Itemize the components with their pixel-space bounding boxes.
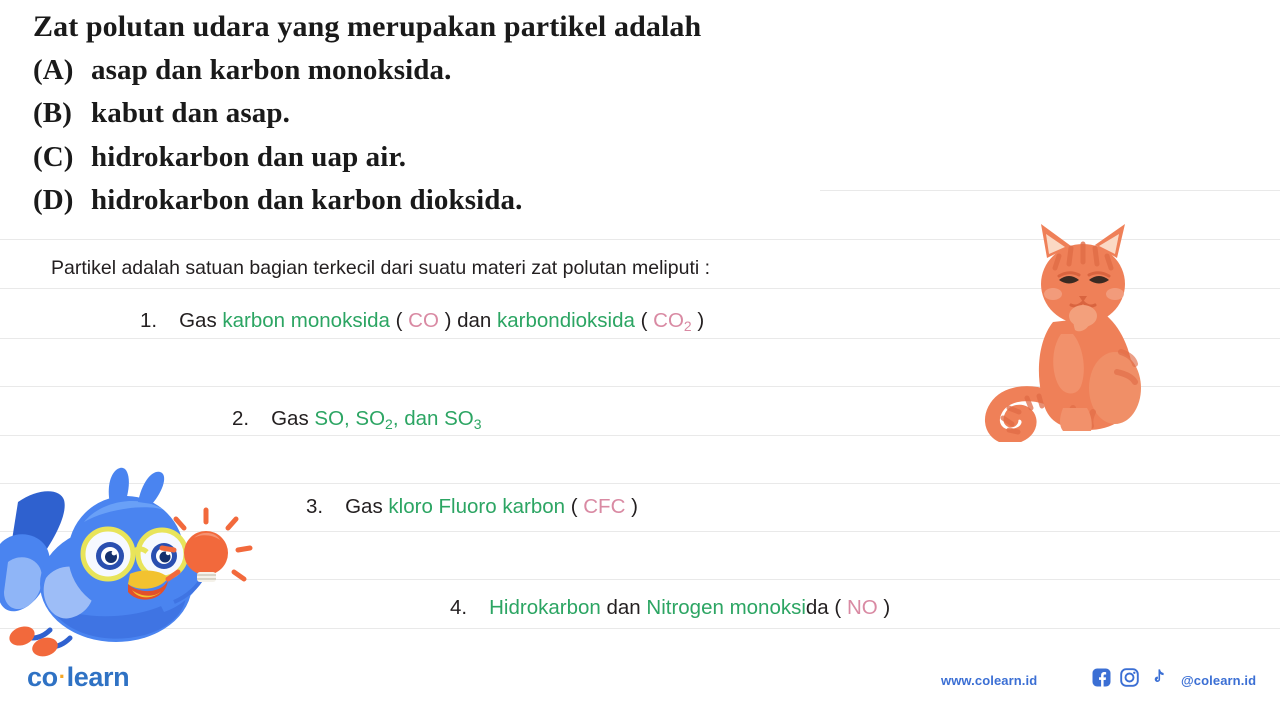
question-block: Zat polutan udara yang merupakan partike… <box>33 6 933 223</box>
answer-option-text: hidrokarbon dan karbon dioksida. <box>91 184 523 217</box>
explanation-intro: Partikel adalah satuan bagian terkecil d… <box>51 257 711 279</box>
explanation-text-run: karbon monoksida <box>222 309 390 332</box>
footer-website-url[interactable]: www.colearn.id <box>941 673 1037 688</box>
explanation-text-run: ( <box>565 495 584 518</box>
explanation-item-number: 1. <box>140 309 158 332</box>
logo-dot-icon: · <box>58 664 66 689</box>
answer-option-2[interactable]: (B) kabut dan asap. <box>33 92 933 136</box>
explanation-text-run: CO <box>653 309 684 332</box>
explanation-item-1: 1. Gas karbon monoksida ( CO ) dan karbon… <box>140 309 705 334</box>
explanation-text-run: Gas <box>179 309 223 332</box>
thinking-cat-illustration <box>975 212 1165 445</box>
explanation-text-run: Gas <box>345 495 389 518</box>
instagram-icon[interactable] <box>1120 668 1139 692</box>
explanation-text-run: kloro Fluoro karbon <box>388 495 566 518</box>
explanation-item-number: 3. <box>306 495 324 518</box>
answer-option-text: hidrokarbon dan uap air. <box>91 140 407 173</box>
explanation-text-run: , dan SO <box>392 407 474 430</box>
explanation-item-number: 2. <box>232 407 250 430</box>
explanation-text-run: ( <box>634 309 654 332</box>
footer-social-handle[interactable]: @colearn.id <box>1181 673 1256 688</box>
chemical-subscript: 3 <box>473 415 482 432</box>
answer-options-list: (A) asap dan karbon monoksida. (B) kabut da… <box>33 49 933 223</box>
colearn-logo: co·learn <box>27 662 130 693</box>
tiktok-icon[interactable] <box>1148 668 1167 692</box>
explanation-text-run: CO <box>408 309 439 332</box>
explanation-text-run: ) <box>691 309 705 332</box>
explanation-item-3: 3. Gas kloro Fluoro karbon ( CFC ) <box>306 495 638 518</box>
logo-text-co: co <box>27 662 58 692</box>
answer-option-4[interactable]: (D) hidrokarbon dan karbon dioksida. <box>33 179 933 223</box>
explanation-text-run: Nitrogen monoksi <box>646 596 806 619</box>
question-stem: Zat polutan udara yang merupakan partike… <box>33 10 702 43</box>
explanation-item-number: 4. <box>450 596 468 619</box>
footer-social-links: @colearn.id <box>1092 668 1256 692</box>
chemical-subscript: 2 <box>683 317 692 334</box>
explanation-text-run: SO, SO <box>314 407 386 430</box>
explanation-text-run: da ( <box>805 596 847 619</box>
answer-option-key: (D) <box>33 184 74 217</box>
chemical-subscript: 2 <box>385 415 393 432</box>
explanation-text-run: ( <box>389 309 409 332</box>
facebook-icon[interactable] <box>1092 668 1111 692</box>
explanation-text-run: NO <box>846 596 878 619</box>
answer-option-3[interactable]: (C) hidrokarbon dan uap air. <box>33 136 933 180</box>
explanation-text-run: CFC <box>583 495 626 518</box>
explanation-text-run: Gas <box>271 407 315 430</box>
explanation-item-4: 4. Hidrokarbon dan Nitrogen monoksida ( N… <box>450 596 891 619</box>
answer-option-key: (A) <box>33 53 74 86</box>
answer-option-1[interactable]: (A) asap dan karbon monoksida. <box>33 49 933 93</box>
explanation-text-run: ) <box>625 495 638 518</box>
answer-option-key: (C) <box>33 140 74 173</box>
answer-option-key: (B) <box>33 97 72 130</box>
explanation-text-run: karbondioksida <box>497 309 635 332</box>
explanation-text-run: dan <box>600 596 647 619</box>
explanation-item-2: 2. Gas SO, SO2, dan SO3 <box>232 407 482 432</box>
explanation-text-run: ) <box>877 596 891 619</box>
colearn-bird-mascot <box>0 466 266 662</box>
answer-option-text: asap dan karbon monoksida. <box>91 53 452 86</box>
answer-option-text: kabut dan asap. <box>91 97 290 130</box>
logo-text-learn: learn <box>66 662 130 692</box>
explanation-text-run: Hidrokarbon <box>489 596 601 619</box>
explanation-text-run: ) dan <box>438 309 498 332</box>
